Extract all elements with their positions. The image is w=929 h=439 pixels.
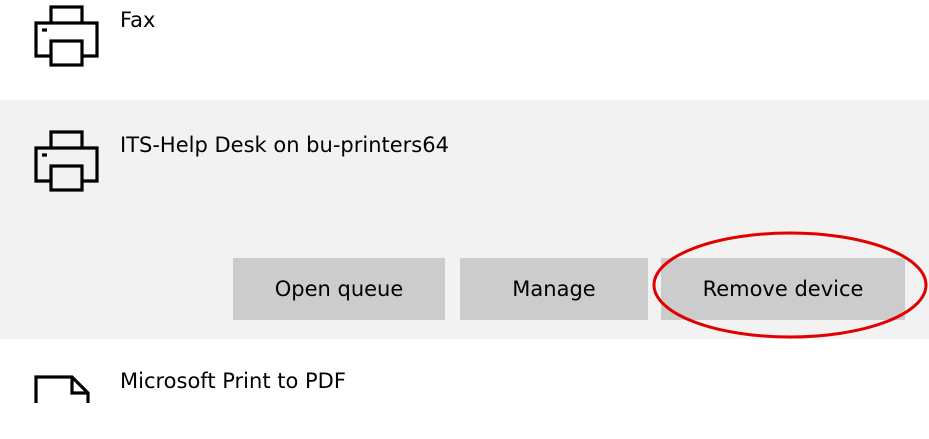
printer-name-label: ITS-Help Desk on bu-printers64 <box>120 133 449 157</box>
open-queue-button[interactable]: Open queue <box>233 258 445 320</box>
pdf-printer-icon <box>32 373 100 439</box>
manage-button[interactable]: Manage <box>460 258 648 320</box>
remove-device-button[interactable]: Remove device <box>661 258 905 320</box>
printer-icon <box>32 128 100 194</box>
printer-item-its-help-desk[interactable]: ITS-Help Desk on bu-printers64 Open queu… <box>0 100 929 339</box>
printer-name-label: Fax <box>120 8 156 32</box>
printer-item-microsoft-print-to-pdf[interactable]: Microsoft Print to PDF <box>0 339 929 403</box>
printer-name-label: Microsoft Print to PDF <box>120 369 346 393</box>
printer-item-fax[interactable]: Fax <box>0 0 929 100</box>
printer-icon <box>32 3 100 69</box>
